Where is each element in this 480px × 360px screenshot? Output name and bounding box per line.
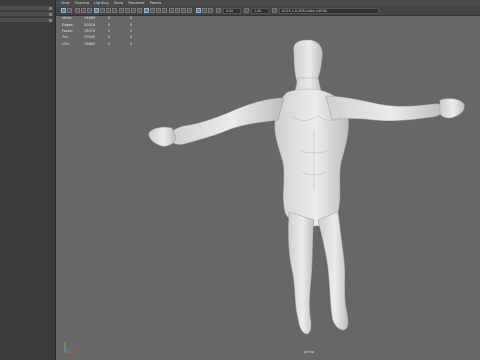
- panel-strip: [0, 12, 53, 16]
- color-management-icon[interactable]: [272, 8, 277, 13]
- panel-handle-icon[interactable]: [49, 13, 52, 16]
- view-transform-dropdown[interactable]: ACES 1.0 SDR-video (sRGB): [279, 8, 379, 14]
- hud-label: Edges:: [62, 22, 74, 27]
- hud-selected: 0: [108, 35, 111, 40]
- image-plane-icon[interactable]: [81, 8, 86, 13]
- hud-selected: 0: [108, 22, 111, 27]
- isolate-select-icon[interactable]: [144, 8, 149, 13]
- xray-icon[interactable]: [150, 8, 155, 13]
- camera-lock-icon[interactable]: [208, 8, 213, 13]
- menu-shading[interactable]: Shading: [75, 0, 90, 7]
- shadows-icon[interactable]: [119, 8, 124, 13]
- hud-label: UVs:: [62, 41, 70, 46]
- hud-selected: 0: [108, 41, 111, 46]
- exposure-icon[interactable]: [216, 8, 221, 13]
- panel-handle-icon[interactable]: [49, 7, 52, 10]
- panel-strip: [0, 18, 53, 22]
- field-chart-icon[interactable]: [181, 8, 186, 13]
- hud-total: 16880: [84, 41, 96, 46]
- menu-view[interactable]: View: [61, 0, 70, 7]
- grid-icon[interactable]: [87, 8, 92, 13]
- viewport-panel[interactable]: View Shading Lighting Show Renderer Pane…: [56, 0, 480, 360]
- hud-total: 14489: [84, 16, 96, 21]
- left-side-panel: [0, 0, 56, 360]
- ambient-occlusion-icon[interactable]: [125, 8, 130, 13]
- textured-icon[interactable]: [106, 8, 111, 13]
- hud-total: 30018: [84, 22, 96, 27]
- human-model[interactable]: [134, 38, 472, 338]
- select-camera-icon[interactable]: [61, 8, 66, 13]
- hud-selected: 0: [108, 28, 111, 33]
- camera-attributes-icon[interactable]: [67, 8, 72, 13]
- poly-count-hud: Verts: 14489 0 0 Edges: 30018 0 0 Faces:…: [62, 15, 140, 47]
- menu-lighting[interactable]: Lighting: [94, 0, 109, 7]
- hud-component: 0: [130, 22, 133, 27]
- xray-joints-icon[interactable]: [156, 8, 161, 13]
- wireframe-icon[interactable]: [94, 8, 99, 13]
- hud-component: 0: [130, 16, 133, 21]
- hud-label: Faces:: [62, 28, 73, 33]
- hud-selected: 0: [108, 16, 111, 21]
- view-axis-icon: [64, 342, 74, 353]
- hud-total: 15470: [84, 28, 96, 33]
- panel-menu-bar: View Shading Lighting Show Renderer Pane…: [56, 0, 480, 7]
- gate-mask-icon[interactable]: [175, 8, 180, 13]
- camera-name-label: persp: [304, 350, 315, 354]
- menu-renderer[interactable]: Renderer: [128, 0, 144, 7]
- exposure-field[interactable]: 0.00: [223, 8, 241, 14]
- hud-component: 0: [130, 28, 133, 33]
- safe-action-icon[interactable]: [187, 8, 192, 13]
- gamma-field[interactable]: 1.00: [251, 8, 269, 14]
- isolate-icon[interactable]: [202, 8, 207, 13]
- bookmarks-icon[interactable]: [75, 8, 80, 13]
- resolution-gate-icon[interactable]: [169, 8, 174, 13]
- panel-strip: [0, 6, 53, 10]
- hud-row: UVs: 16880 0 0: [62, 41, 140, 47]
- gamma-icon[interactable]: [244, 8, 249, 13]
- hud-label: Tris:: [62, 35, 70, 40]
- hud-icon[interactable]: [196, 8, 201, 13]
- antialiasing-icon[interactable]: [137, 8, 142, 13]
- menu-show[interactable]: Show: [114, 0, 124, 7]
- smooth-shade-icon[interactable]: [100, 8, 105, 13]
- hud-total: 29000: [84, 35, 96, 40]
- hud-label: Verts:: [62, 16, 73, 21]
- menu-panels[interactable]: Panels: [150, 0, 162, 7]
- film-gate-icon[interactable]: [162, 8, 167, 13]
- panel-handle-icon[interactable]: [49, 19, 52, 22]
- lights-icon[interactable]: [112, 8, 117, 13]
- motion-blur-icon[interactable]: [131, 8, 136, 13]
